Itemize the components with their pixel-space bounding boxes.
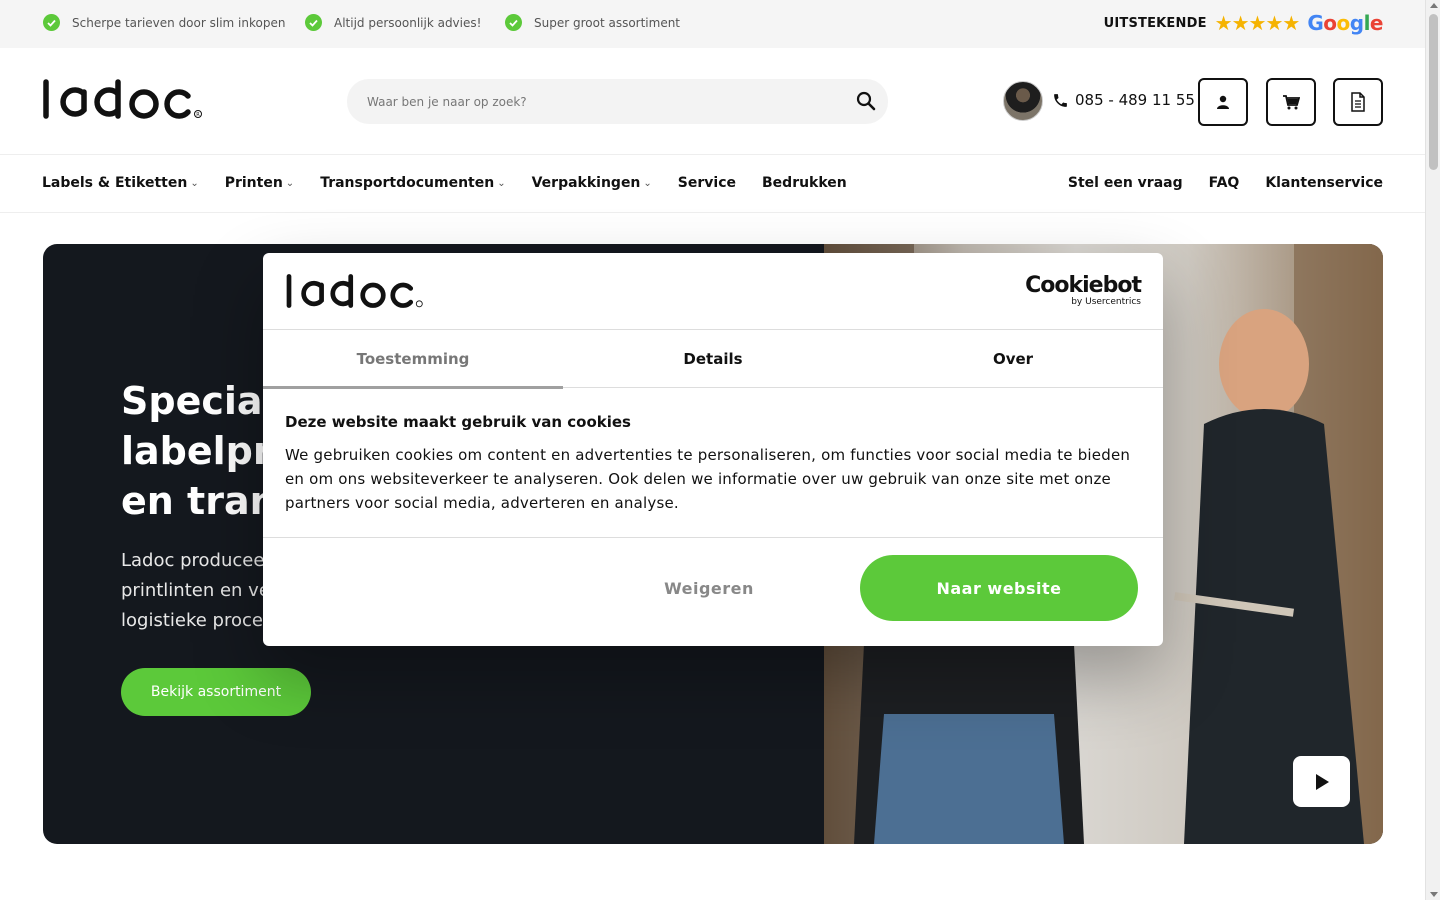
usp-label: Super groot assortiment bbox=[534, 15, 681, 30]
cart-icon bbox=[1283, 95, 1300, 110]
check-icon bbox=[305, 14, 322, 31]
phone-icon bbox=[1054, 93, 1067, 107]
usp-item: Altijd persoonlijk advies! bbox=[305, 14, 481, 31]
nav-item-label: Printen bbox=[224, 175, 283, 191]
nav-item-printen[interactable]: Printen ⌄ bbox=[225, 175, 294, 191]
chevron-down-icon: ⌄ bbox=[285, 177, 295, 189]
nav-item-label: Transportdocumenten bbox=[320, 175, 495, 191]
cookie-consent-dialog: Cookiebot by Usercentrics Toestemming De… bbox=[263, 253, 1163, 646]
user-icon bbox=[1217, 95, 1229, 109]
dialog-header: Cookiebot by Usercentrics bbox=[263, 253, 1163, 330]
tab-details[interactable]: Details bbox=[563, 330, 863, 388]
phone-link[interactable]: 085 - 489 11 55 bbox=[1052, 91, 1195, 109]
search-bar bbox=[347, 79, 888, 124]
site-header: R 085 - 489 11 55 bbox=[0, 48, 1425, 155]
nav-item-faq[interactable]: FAQ bbox=[1209, 175, 1240, 191]
advisor-avatar bbox=[1003, 81, 1043, 121]
dialog-footer: Weigeren Naar website bbox=[263, 537, 1163, 646]
cart-button[interactable] bbox=[1266, 78, 1316, 126]
check-icon bbox=[505, 14, 522, 31]
rating-label: UITSTEKENDE bbox=[1103, 15, 1207, 31]
google-logo: Google bbox=[1307, 11, 1383, 35]
phone-number: 085 - 489 11 55 bbox=[1075, 91, 1195, 109]
nav-item-transportdocumenten[interactable]: Transportdocumenten ⌄ bbox=[320, 175, 505, 191]
document-icon bbox=[1351, 92, 1365, 112]
nav-item-bedrukken[interactable]: Bedrukken bbox=[762, 175, 847, 191]
decline-button[interactable]: Weigeren bbox=[583, 555, 835, 621]
dialog-tabs: Toestemming Details Over bbox=[263, 330, 1163, 389]
check-icon bbox=[43, 14, 60, 31]
chevron-down-icon: ⌄ bbox=[643, 177, 652, 189]
nav-item-labels-etiketten[interactable]: Labels & Etiketten ⌄ bbox=[42, 175, 199, 191]
nav-item-stel-een-vraag[interactable]: Stel een vraag bbox=[1068, 175, 1183, 191]
chevron-down-icon: ⌄ bbox=[497, 177, 506, 189]
nav-item-verpakkingen[interactable]: Verpakkingen ⌄ bbox=[532, 175, 652, 191]
nav-item-label: Verpakkingen bbox=[531, 175, 641, 191]
scrollbar-thumb[interactable] bbox=[1429, 14, 1438, 170]
dialog-title: Deze website maakt gebruik van cookies bbox=[285, 413, 631, 431]
account-button[interactable] bbox=[1198, 78, 1248, 126]
page-scrollbar[interactable] bbox=[1425, 0, 1440, 900]
main-navigation: Labels & Etiketten ⌄ Printen ⌄ Transportdo… bbox=[0, 156, 1425, 213]
usp-item: Super groot assortiment bbox=[505, 14, 680, 31]
tab-over[interactable]: Over bbox=[863, 330, 1163, 388]
cookiebot-by: by Usercentrics bbox=[1071, 297, 1141, 307]
chevron-down-icon: ⌄ bbox=[190, 177, 199, 189]
svg-text:R: R bbox=[196, 112, 200, 118]
quote-list-button[interactable] bbox=[1333, 78, 1383, 126]
view-assortment-button[interactable]: Bekijk assortiment bbox=[121, 668, 311, 716]
nav-item-label: Labels & Etiketten bbox=[42, 175, 188, 191]
google-rating[interactable]: UITSTEKENDE ★★★★★ Google bbox=[1103, 11, 1384, 35]
dialog-text: We gebruiken cookies om content en adver… bbox=[285, 446, 1131, 512]
usp-item: Scherpe tarieven door slim inkopen bbox=[43, 14, 285, 31]
cookiebot-name: Cookiebot bbox=[1025, 273, 1142, 298]
usp-label: Altijd persoonlijk advies! bbox=[334, 15, 482, 30]
cookiebot-logo[interactable]: Cookiebot by Usercentrics bbox=[1025, 273, 1142, 308]
search-input[interactable] bbox=[347, 79, 817, 124]
accept-button[interactable]: Naar website bbox=[860, 555, 1138, 621]
play-video-button[interactable] bbox=[1293, 756, 1350, 807]
dialog-body: Deze website maakt gebruik van cookies W… bbox=[285, 413, 1141, 515]
nav-item-service[interactable]: Service bbox=[678, 175, 736, 191]
search-icon[interactable] bbox=[856, 91, 876, 115]
nav-item-klantenservice[interactable]: Klantenservice bbox=[1265, 175, 1383, 191]
ladoc-logo[interactable]: R bbox=[42, 78, 204, 124]
nav-item-label: Bedrukken bbox=[762, 175, 847, 191]
scroll-up-icon[interactable] bbox=[1430, 3, 1438, 8]
scroll-down-icon[interactable] bbox=[1430, 892, 1438, 897]
star-icons: ★★★★★ bbox=[1214, 11, 1301, 35]
top-usp-bar: Scherpe tarieven door slim inkopen Altij… bbox=[0, 0, 1425, 48]
usp-label: Scherpe tarieven door slim inkopen bbox=[72, 15, 286, 30]
ladoc-logo bbox=[285, 273, 425, 313]
nav-item-label: Service bbox=[677, 175, 736, 191]
tab-toestemming[interactable]: Toestemming bbox=[263, 330, 563, 389]
play-icon bbox=[1315, 773, 1329, 790]
